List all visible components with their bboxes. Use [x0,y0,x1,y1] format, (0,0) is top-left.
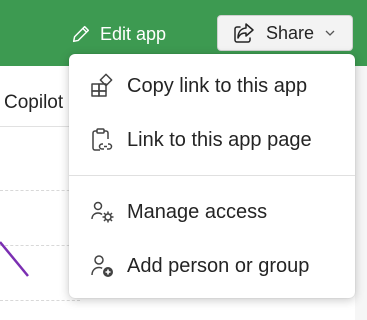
share-button[interactable]: Share [217,15,353,51]
chart-line-fragment [0,241,29,277]
share-icon [234,23,254,43]
pencil-icon [72,25,90,43]
app-link-icon [91,73,113,97]
edit-app-label: Edit app [100,23,167,44]
share-label: Share [266,22,315,43]
share-dropdown-menu: Copy link to this app Link to this app p… [69,54,355,298]
side-panel-edge [355,66,367,320]
copilot-tab-label[interactable]: Copilot [4,92,63,114]
edit-app-button[interactable]: Edit app [70,20,166,48]
gridline [0,300,80,301]
gridline [0,190,80,191]
menu-item-add-person[interactable]: Add person or group [69,242,355,290]
menu-item-manage-access[interactable]: Manage access [69,188,355,236]
manage-access-icon [91,201,114,223]
menu-divider [69,175,355,176]
chevron-down-icon [325,30,335,36]
menu-item-label: Manage access [127,200,268,223]
menu-item-label: Copy link to this app [127,74,308,97]
menu-item-label: Add person or group [127,254,310,277]
menu-item-copy-link[interactable]: Copy link to this app [69,62,355,110]
menu-item-label: Link to this app page [127,128,312,151]
menu-item-link-page[interactable]: Link to this app page [69,116,355,164]
add-person-icon [91,255,113,277]
page-link-icon [92,128,113,151]
